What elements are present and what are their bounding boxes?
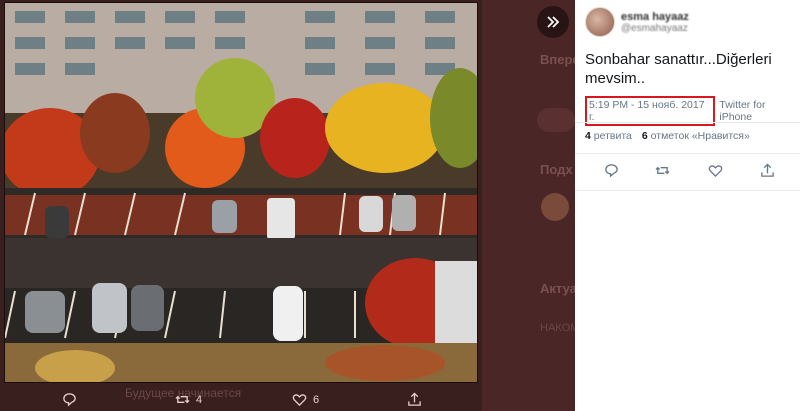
share-action[interactable] xyxy=(407,392,422,407)
like-action[interactable]: 6 xyxy=(292,392,319,407)
retweets-stat[interactable]: 4 ретвита xyxy=(585,130,632,142)
likes-label: отметок «Нравится» xyxy=(650,130,750,142)
reply-icon xyxy=(605,164,618,178)
background-avatar xyxy=(541,193,569,221)
background-item: НАКОМ xyxy=(540,322,580,334)
reply-action[interactable] xyxy=(62,392,83,407)
retweet-button[interactable] xyxy=(655,163,673,181)
tweet-source: Twitter for iPhone xyxy=(719,99,766,123)
tweet-detail-panel: esma hayaaz @esmahayaaz Sonbahar sanattı… xyxy=(575,0,800,411)
photo-image xyxy=(5,3,477,382)
tweet-text: Sonbahar sanattır...Diğerleri mevsim.. xyxy=(585,51,772,87)
likes-stat[interactable]: 6 отметок «Нравится» xyxy=(642,130,750,142)
reply-icon xyxy=(63,393,76,407)
share-icon xyxy=(408,392,421,406)
divider xyxy=(575,153,800,154)
double-chevron-right-icon xyxy=(547,16,560,28)
retweet-icon xyxy=(655,166,670,175)
reply-button[interactable] xyxy=(604,163,622,181)
background-button xyxy=(537,108,575,132)
divider xyxy=(575,122,800,123)
background-section-title: Подх xyxy=(540,162,573,177)
like-count: 6 xyxy=(313,393,320,406)
share-icon xyxy=(761,163,774,177)
like-button[interactable] xyxy=(708,163,726,181)
share-button[interactable] xyxy=(760,163,778,181)
retweet-icon xyxy=(175,395,190,404)
likes-count: 6 xyxy=(641,130,648,142)
divider xyxy=(575,190,800,191)
author-name[interactable]: esma hayaaz xyxy=(621,11,689,23)
photo-action-bar: 4 6 xyxy=(0,388,575,411)
collapse-panel-button[interactable] xyxy=(537,6,569,38)
retweets-label: ретвита xyxy=(593,130,632,142)
retweet-count: 4 xyxy=(196,393,203,406)
tweet-actions xyxy=(575,161,800,183)
author-handle[interactable]: @esmahayaaz xyxy=(621,23,689,34)
background-section-title: Впере xyxy=(540,52,580,67)
avatar[interactable] xyxy=(585,7,615,37)
retweet-action[interactable]: 4 xyxy=(175,392,202,407)
tweet-photo[interactable] xyxy=(4,2,478,383)
heart-icon xyxy=(708,165,723,178)
heart-icon xyxy=(292,394,307,407)
tweet-author[interactable]: esma hayaaz @esmahayaaz xyxy=(585,7,689,37)
tweet-stats: 4 ретвита 6 отметок «Нравится» xyxy=(585,130,750,142)
background-section-title: Актуа xyxy=(540,281,577,296)
retweets-count: 4 xyxy=(585,130,591,142)
